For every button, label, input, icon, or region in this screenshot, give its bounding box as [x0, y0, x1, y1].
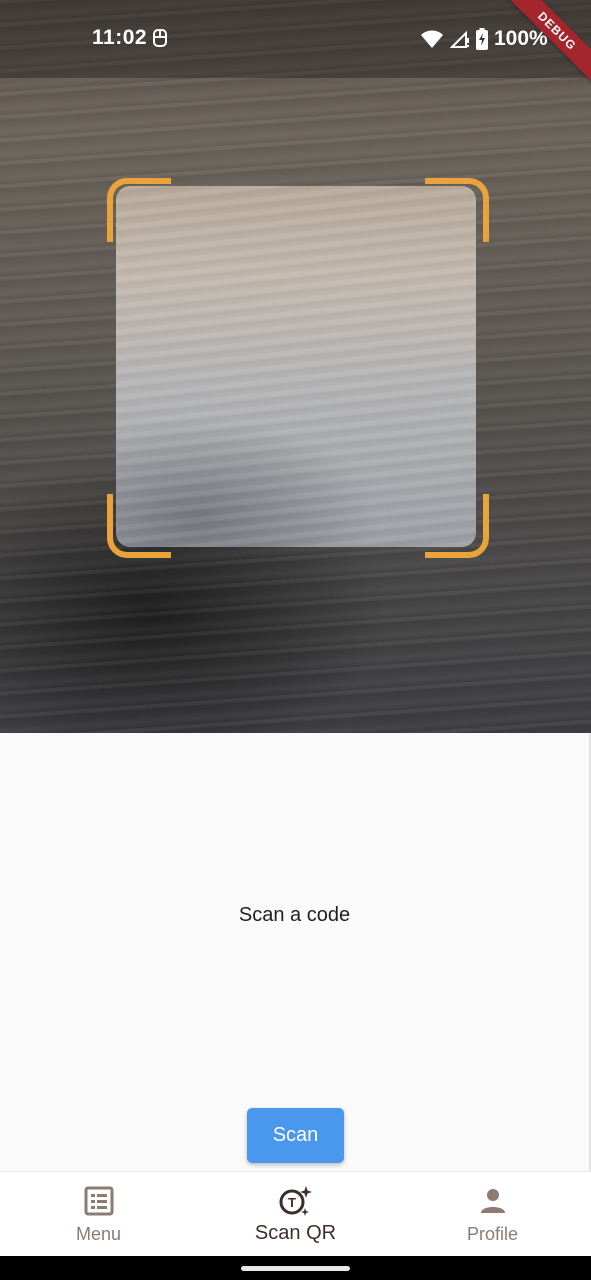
status-bar: 11:02 100%	[0, 0, 591, 78]
data-saver-icon	[153, 29, 167, 47]
svg-text:T: T	[288, 1195, 296, 1210]
scan-qr-icon: T	[279, 1186, 312, 1216]
nav-item-profile[interactable]: Profile	[394, 1172, 591, 1257]
system-gesture-bar	[0, 1256, 591, 1280]
menu-list-icon	[84, 1186, 114, 1216]
status-time: 11:02	[92, 26, 148, 49]
camera-preview: 11:02 100% DEBUG	[0, 0, 591, 733]
scan-frame-corner-top-left	[107, 178, 171, 242]
battery-percentage: 100%	[494, 27, 548, 50]
scan-frame-corner-top-right	[425, 178, 489, 242]
nav-label-scan-qr: Scan QR	[254, 1222, 337, 1244]
wifi-icon	[421, 30, 443, 48]
scan-button[interactable]: Scan	[247, 1108, 344, 1163]
battery-charging-icon	[476, 28, 488, 50]
nav-label-menu: Menu	[75, 1224, 122, 1244]
scan-frame-corner-bottom-left	[107, 494, 171, 558]
nav-item-scan-qr[interactable]: T Scan QR	[197, 1172, 394, 1257]
scan-frame-corner-bottom-right	[425, 494, 489, 558]
scan-result-text: Scan a code	[238, 904, 351, 926]
signal-icon	[450, 30, 470, 48]
person-icon	[481, 1189, 505, 1213]
home-gesture-handle[interactable]	[241, 1266, 350, 1271]
nav-label-profile: Profile	[466, 1224, 519, 1244]
bottom-navigation: Menu T Scan QR Profile	[0, 1171, 591, 1257]
nav-item-menu[interactable]: Menu	[0, 1172, 197, 1257]
